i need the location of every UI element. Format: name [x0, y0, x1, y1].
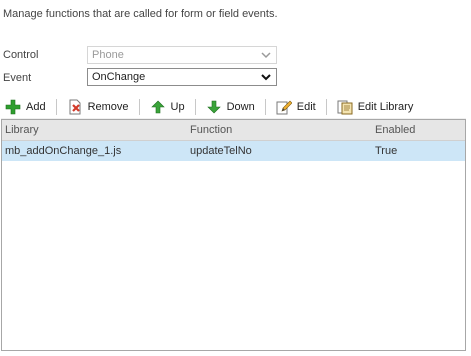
- remove-button[interactable]: Remove: [63, 97, 133, 117]
- toolbar-separator: [325, 99, 327, 115]
- column-header-enabled[interactable]: Enabled: [375, 124, 415, 136]
- up-button-label: Up: [170, 101, 185, 113]
- add-button-label: Add: [26, 101, 46, 113]
- remove-button-label: Remove: [87, 101, 129, 113]
- handlers-grid: Library Function Enabled mb_addOnChange_…: [1, 119, 466, 351]
- control-select-value: Phone: [92, 49, 124, 61]
- handler-toolbar: Add Remove Up Down Edit Edit Library: [1, 96, 466, 119]
- control-label: Control: [3, 49, 39, 61]
- down-button-label: Down: [226, 101, 255, 113]
- chevron-down-icon: [261, 52, 271, 59]
- grid-header: Library Function Enabled: [2, 120, 465, 141]
- function-cell: updateTelNo: [190, 145, 252, 157]
- library-icon: [337, 100, 353, 115]
- chevron-down-icon: [261, 74, 271, 81]
- down-button[interactable]: Down: [202, 97, 259, 117]
- column-header-library[interactable]: Library: [5, 124, 39, 136]
- event-select[interactable]: OnChange: [87, 68, 277, 86]
- arrow-up-icon: [150, 100, 165, 114]
- edit-library-button[interactable]: Edit Library: [333, 97, 418, 117]
- toolbar-separator: [55, 99, 57, 115]
- control-select: Phone: [87, 46, 277, 64]
- edit-button-label: Edit: [296, 101, 316, 113]
- edit-library-button-label: Edit Library: [357, 101, 414, 113]
- arrow-down-icon: [206, 100, 221, 114]
- library-cell: mb_addOnChange_1.js: [5, 145, 122, 157]
- column-header-function[interactable]: Function: [190, 124, 232, 136]
- table-row[interactable]: mb_addOnChange_1.js updateTelNo True: [2, 141, 465, 161]
- toolbar-separator: [264, 99, 266, 115]
- edit-button[interactable]: Edit: [272, 97, 320, 117]
- remove-document-icon: [69, 99, 81, 115]
- edit-pencil-icon: [276, 100, 292, 115]
- toolbar-separator: [138, 99, 140, 115]
- description-text: Manage functions that are called for for…: [3, 8, 278, 20]
- add-button[interactable]: Add: [1, 97, 50, 117]
- toolbar-separator: [194, 99, 196, 115]
- event-label: Event: [3, 72, 32, 84]
- event-select-value: OnChange: [92, 71, 146, 83]
- up-button[interactable]: Up: [146, 97, 189, 117]
- enabled-cell: True: [375, 145, 398, 157]
- plus-icon: [5, 99, 21, 115]
